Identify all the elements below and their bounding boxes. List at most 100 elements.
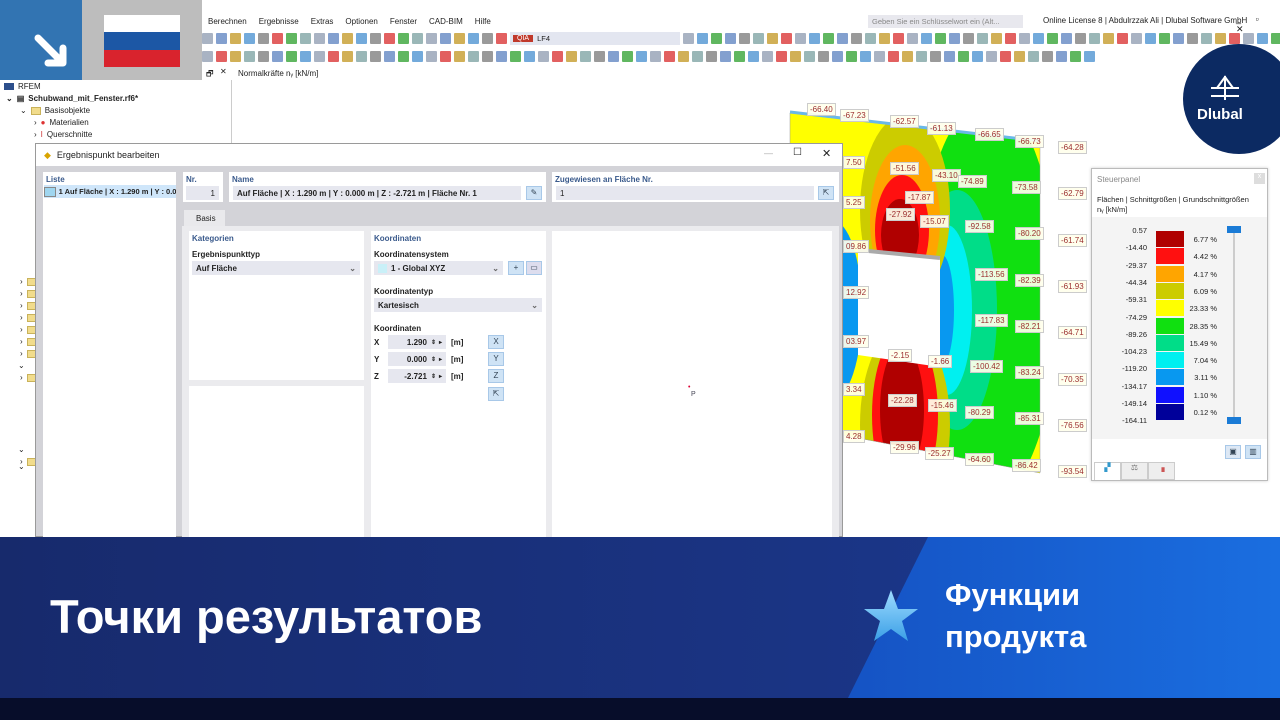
toolbar-button[interactable] [781,33,792,44]
pick-point-button[interactable]: ⇱ [488,387,504,401]
toolbar-button[interactable] [1215,33,1226,44]
assigned-field[interactable]: 1 [556,186,814,200]
toolbar-button[interactable] [991,33,1002,44]
toolbar-button[interactable] [739,33,750,44]
pick-surface-button[interactable]: ⇱ [818,186,834,200]
toolbar-button[interactable] [216,33,227,44]
list-item[interactable]: 1 Auf Fläche | X : 1.290 m | Y : 0.00 [44,185,176,198]
toolbar-button[interactable] [412,51,423,62]
toolbar-button[interactable] [398,51,409,62]
toolbar-button[interactable] [496,33,507,44]
toolbar-button[interactable] [1229,33,1240,44]
toolbar-button[interactable] [440,51,451,62]
toolbar-button[interactable] [258,33,269,44]
toolbar-button[interactable] [664,51,675,62]
toolbar-button[interactable] [510,51,521,62]
toolbar-button[interactable] [986,51,997,62]
toolbar-button[interactable] [594,51,605,62]
toolbar-button[interactable] [1056,51,1067,62]
type-select[interactable]: Auf Fläche ⌄ [192,261,360,275]
nr-field[interactable]: 1 [186,186,219,200]
coord-x-field[interactable]: 1.290 ⇕ ▸ [388,335,446,349]
toolbar-button[interactable] [216,51,227,62]
toolbar-button[interactable] [300,51,311,62]
slider-top-handle[interactable] [1227,226,1241,233]
spinner-icon[interactable]: ⇕ [431,339,436,346]
toolbar-button[interactable] [1201,33,1212,44]
toolbar-button[interactable] [286,51,297,62]
toolbar-button[interactable] [622,51,633,62]
toolbar-button[interactable] [860,51,871,62]
toolbar-button[interactable] [1005,33,1016,44]
toolbar-button[interactable] [244,33,255,44]
toolbar-button[interactable] [678,51,689,62]
pick-z-button[interactable]: Z [488,369,504,383]
minimize-button[interactable]: — [764,148,773,158]
menu-cad-bim[interactable]: CAD-BIM [429,17,463,26]
toolbar-button[interactable] [1173,33,1184,44]
toolbar-button[interactable] [1075,33,1086,44]
load-case-select[interactable]: QIA LF4 [510,32,680,45]
toolbar-button[interactable] [1103,33,1114,44]
tree-folder-expanded[interactable]: ⌄ [18,361,25,370]
close-icon[interactable]: x [1254,173,1265,184]
toolbar-button[interactable] [1033,33,1044,44]
slider-bottom-handle[interactable] [1227,417,1241,424]
toolbar-button[interactable] [412,33,423,44]
toolbar-button[interactable] [1028,51,1039,62]
toolbar-button[interactable] [1271,33,1280,44]
toolbar-button[interactable] [944,51,955,62]
toolbar-button[interactable] [454,33,465,44]
toolbar-button[interactable] [1159,33,1170,44]
toolbar-button[interactable] [865,33,876,44]
toolbar-button[interactable] [384,33,395,44]
toolbar-button[interactable] [888,51,899,62]
menu-hilfe[interactable]: Hilfe [475,17,491,26]
toolbar-button[interactable] [342,51,353,62]
toolbar-button[interactable] [1089,33,1100,44]
toolbar-button[interactable] [370,33,381,44]
edit-name-button[interactable]: ✎ [526,186,542,200]
toolbar-button[interactable] [524,51,535,62]
tree-folder-expanded[interactable]: ⌄ [18,462,25,471]
toolbar-button[interactable] [832,51,843,62]
tab-balance[interactable]: ⚖ [1121,462,1148,480]
toolbar-button[interactable] [202,51,213,62]
toolbar-button[interactable] [370,51,381,62]
toolbar-button[interactable] [328,33,339,44]
arrow-right-icon[interactable]: ▸ [439,356,442,363]
toolbar-button[interactable] [552,51,563,62]
toolbar-button[interactable] [258,51,269,62]
toolbar-button[interactable] [1042,51,1053,62]
toolbar-button[interactable] [748,51,759,62]
keyword-search-input[interactable]: Geben Sie ein Schlüsselwort ein (Alt... [868,15,1023,28]
coord-y-field[interactable]: 0.000 ⇕ ▸ [388,352,446,366]
legend-toggle-button[interactable]: ▥ [1245,445,1261,459]
toolbar-button[interactable] [440,33,451,44]
toolbar-button[interactable] [314,33,325,44]
tab-basis[interactable]: Basis [184,210,225,226]
toolbar-button[interactable] [650,51,661,62]
toolbar-button[interactable] [720,51,731,62]
toolbar-button[interactable] [958,51,969,62]
toolbar-button[interactable] [753,33,764,44]
toolbar-button[interactable] [468,33,479,44]
toolbar-button[interactable] [930,51,941,62]
toolbar-button[interactable] [977,33,988,44]
toolbar-button[interactable] [1070,51,1081,62]
toolbar-button[interactable] [482,51,493,62]
toolbar-button[interactable] [711,33,722,44]
toolbar-button[interactable] [580,51,591,62]
tree-folder-basisobjekte[interactable]: ⌄ Basisobjekte [20,106,90,115]
toolbar-button[interactable] [482,33,493,44]
toolbar-button[interactable] [804,51,815,62]
toolbar-button[interactable] [1047,33,1058,44]
menu-ergebnisse[interactable]: Ergebnisse [259,17,299,26]
arrow-right-icon[interactable]: ▸ [439,373,442,380]
toolbar-button[interactable] [1257,33,1268,44]
toolbar-button[interactable] [795,33,806,44]
toolbar-button[interactable] [202,33,213,44]
toolbar-button[interactable] [776,51,787,62]
toolbar-button[interactable] [902,51,913,62]
toolbar-button[interactable] [1187,33,1198,44]
